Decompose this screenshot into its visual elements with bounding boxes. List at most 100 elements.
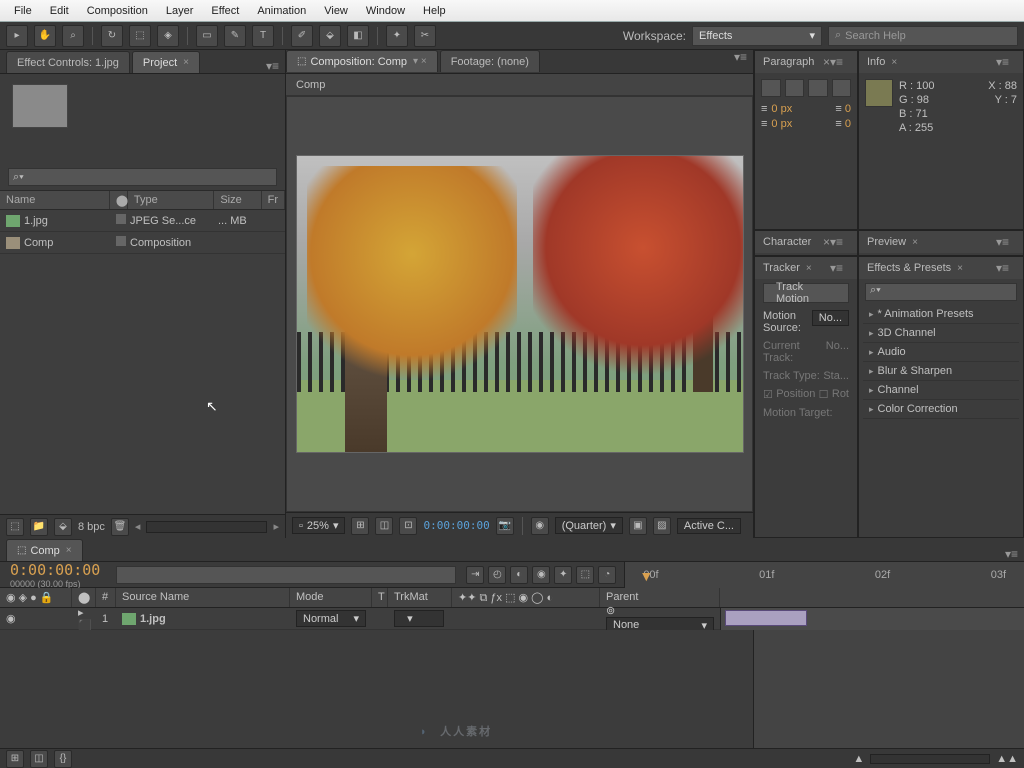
tl-draft3d-icon[interactable]: ◴ [488, 566, 506, 584]
camera-tool[interactable]: ⬚ [129, 25, 151, 47]
brush-tool[interactable]: ✐ [291, 25, 313, 47]
align-right-button[interactable] [808, 79, 828, 97]
composition-viewport[interactable] [286, 96, 753, 512]
zoom-slider-out-icon[interactable]: ▲ [853, 753, 864, 765]
col-size[interactable]: Size [214, 191, 261, 209]
rotate-tool[interactable]: ↻ [101, 25, 123, 47]
panel-menu-icon[interactable]: ▾≡ [1005, 547, 1018, 561]
zoom-tool[interactable]: ⌕ [62, 25, 84, 47]
project-hscroll[interactable] [146, 521, 267, 533]
justify-button[interactable] [832, 79, 852, 97]
type-tool[interactable]: T [252, 25, 274, 47]
eraser-tool[interactable]: ◧ [347, 25, 369, 47]
new-comp-icon[interactable]: ⬙ [54, 518, 72, 536]
menu-window[interactable]: Window [358, 3, 413, 19]
menu-effect[interactable]: Effect [203, 3, 247, 19]
timeline-layer-row[interactable]: ◉ ▸ ⬛ 1 1.jpg Normal ▾ ▾ ⊚ None ▾ [0, 608, 1024, 630]
indent-left-value[interactable]: 0 px [771, 103, 792, 115]
menu-animation[interactable]: Animation [249, 3, 314, 19]
timeline-tab-comp[interactable]: ⬚Comp× [6, 539, 83, 561]
preset-category[interactable]: Blur & Sharpen [863, 362, 1019, 381]
selection-tool[interactable]: ▸ [6, 25, 28, 47]
indent-right-value[interactable]: 0 px [771, 118, 792, 130]
panel-menu-icon[interactable]: ▾≡ [734, 50, 747, 73]
rect-tool[interactable]: ▭ [196, 25, 218, 47]
timeline-ruler[interactable]: 00f01f02f03f ▼ [624, 562, 1024, 588]
menu-file[interactable]: File [6, 3, 40, 19]
col-fr[interactable]: Fr [262, 191, 285, 209]
interpret-footage-icon[interactable]: ⬚ [6, 518, 24, 536]
project-search-input[interactable]: ⌕▾ [8, 168, 277, 186]
tl-frameblend-icon[interactable]: ◐ [510, 566, 528, 584]
toggle-inpoint-icon[interactable]: {} [54, 750, 72, 768]
preset-category[interactable]: Color Correction [863, 400, 1019, 419]
menu-help[interactable]: Help [415, 3, 454, 19]
tl-graph-icon[interactable]: ⬚ [576, 566, 594, 584]
resolution-icon[interactable]: ⊞ [351, 517, 369, 535]
align-left-button[interactable] [761, 79, 781, 97]
clone-tool[interactable]: ⬙ [319, 25, 341, 47]
tl-brainstorm-icon[interactable]: ✦ [554, 566, 572, 584]
preset-category[interactable]: Channel [863, 381, 1019, 400]
pen-tool[interactable]: ✎ [224, 25, 246, 47]
project-column-headers: Name ⬤ Type Size Fr [0, 190, 285, 210]
panel-menu-icon[interactable]: ▾≡ [266, 59, 279, 73]
project-row[interactable]: 1.jpg JPEG Se...ce ... MB [0, 210, 285, 232]
snapshot-icon[interactable]: 📷 [496, 517, 514, 535]
preset-category[interactable]: 3D Channel [863, 324, 1019, 343]
toggle-switches-icon[interactable]: ⊞ [6, 750, 24, 768]
preset-category[interactable]: * Animation Presets [863, 305, 1019, 324]
search-help-input[interactable]: ⌕Search Help [828, 26, 1018, 46]
preview-panel[interactable]: Preview×▾≡ [858, 230, 1024, 256]
menu-layer[interactable]: Layer [158, 3, 202, 19]
col-label[interactable]: ⬤ [110, 191, 128, 209]
trkmat-dropdown[interactable]: ▾ [394, 610, 444, 627]
pan-behind-tool[interactable]: ◈ [157, 25, 179, 47]
resolution-dropdown[interactable]: (Quarter) ▾ [555, 517, 623, 534]
safe-zones-icon[interactable]: ◫ [375, 517, 393, 535]
project-row[interactable]: Comp Composition [0, 232, 285, 254]
bpc-toggle[interactable]: 8 bpc [78, 521, 105, 533]
tab-composition-view[interactable]: ⬚Composition: Comp▾ × [286, 50, 438, 72]
menu-edit[interactable]: Edit [42, 3, 77, 19]
col-type[interactable]: Type [128, 191, 214, 209]
tl-autokey-icon[interactable]: ◔ [598, 566, 616, 584]
camera-view-dropdown[interactable]: Active C... [677, 518, 741, 534]
menu-composition[interactable]: Composition [79, 3, 156, 19]
channel-icon[interactable]: ◉ [531, 517, 549, 535]
tab-effect-controls[interactable]: Effect Controls: 1.jpg [6, 51, 130, 73]
workspace-dropdown[interactable]: Effects▾ [692, 26, 822, 46]
label-color-icon[interactable] [116, 236, 126, 246]
roi-icon[interactable]: ▣ [629, 517, 647, 535]
current-time[interactable]: 0:00:00:00 [423, 519, 489, 532]
label-color-icon[interactable] [116, 214, 126, 224]
menu-view[interactable]: View [316, 3, 356, 19]
new-folder-icon[interactable]: 📁 [30, 518, 48, 536]
col-name[interactable]: Name [0, 191, 110, 209]
delete-icon[interactable]: 🗑 [111, 518, 129, 536]
timeline-zoom-slider[interactable] [870, 754, 990, 764]
align-center-button[interactable] [785, 79, 805, 97]
motion-source-dropdown[interactable]: No... [812, 310, 849, 326]
toggle-modes-icon[interactable]: ◫ [30, 750, 48, 768]
layer-duration-bar[interactable] [725, 610, 807, 626]
tl-motionblur-icon[interactable]: ◉ [532, 566, 550, 584]
timeline-search-input[interactable] [116, 566, 456, 584]
tab-footage-view[interactable]: Footage: (none) [440, 50, 540, 72]
character-panel[interactable]: Character×▾≡ [754, 230, 858, 256]
blend-mode-dropdown[interactable]: Normal ▾ [296, 610, 366, 627]
puppet-tool[interactable]: ✂ [414, 25, 436, 47]
zoom-slider-in-icon[interactable]: ▲▲ [996, 753, 1018, 765]
hand-tool[interactable]: ✋ [34, 25, 56, 47]
grid-icon[interactable]: ⊡ [399, 517, 417, 535]
tl-shy-icon[interactable]: ⇥ [466, 566, 484, 584]
transparency-icon[interactable]: ▨ [653, 517, 671, 535]
zoom-dropdown[interactable]: ▫ 25% ▾ [292, 517, 345, 534]
playhead-icon[interactable]: ▼ [639, 568, 653, 584]
preset-category[interactable]: Audio [863, 343, 1019, 362]
track-motion-button[interactable]: Track Motion [763, 283, 849, 303]
effects-search-input[interactable]: ⌕▾ [865, 283, 1017, 301]
timeline-current-time[interactable]: 0:00:00:00 [0, 561, 110, 579]
tab-project[interactable]: Project× [132, 51, 200, 73]
roto-tool[interactable]: ✦ [386, 25, 408, 47]
